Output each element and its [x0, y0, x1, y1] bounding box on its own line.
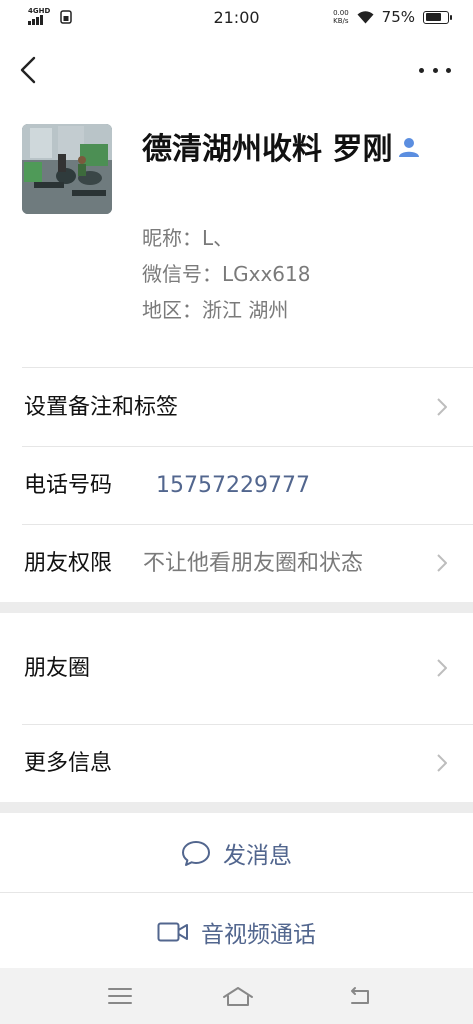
chevron-right-icon [437, 754, 447, 772]
region: 地区：浙江 湖州 [142, 298, 289, 322]
nickname: 昵称：L、 [142, 226, 234, 250]
avatar[interactable] [22, 124, 112, 214]
wechat-id: 微信号：LGxx618 [142, 262, 311, 286]
phone-number-link[interactable]: 15757229777 [156, 447, 310, 525]
network-speed: 0.00 KB/s [333, 9, 349, 25]
send-message-label: 发消息 [223, 843, 292, 869]
system-nav-bar [0, 968, 473, 1024]
moments-label: 朋友圈 [24, 656, 91, 681]
battery-icon [423, 10, 452, 24]
send-message-button[interactable]: 发消息 [0, 814, 473, 892]
more-info-label: 更多信息 [24, 751, 113, 776]
wifi-icon [357, 10, 374, 23]
chevron-right-icon [437, 554, 447, 572]
row-more-info[interactable]: 更多信息 [0, 725, 473, 803]
name-block: 德清湖州收料 罗刚 [142, 128, 442, 172]
chat-bubble-icon [182, 841, 210, 866]
permission-value: 不让他看朋友圈和状态 [143, 551, 364, 576]
permission-label: 朋友权限 [24, 551, 113, 576]
chevron-right-icon [437, 398, 447, 416]
contact-icon [399, 137, 420, 157]
divider [22, 367, 473, 368]
battery-percent: 75% [381, 8, 415, 26]
row-moments[interactable]: 朋友圈 [0, 630, 473, 708]
video-call-label: 音视频通话 [201, 922, 316, 948]
chevron-right-icon [437, 659, 447, 677]
row-remark-tags[interactable]: 设置备注和标签 [0, 369, 473, 447]
back-nav-icon[interactable] [346, 984, 374, 1008]
phone-label: 电话号码 [24, 473, 113, 498]
video-call-button[interactable]: 音视频通话 [0, 893, 473, 971]
contact-name: 德清湖州收料 罗刚 [142, 128, 442, 172]
nav-bar [0, 48, 473, 92]
status-bar: 4GHD 21:00 0.00 KB/s 75% [0, 0, 473, 38]
remark-tags-label: 设置备注和标签 [24, 395, 179, 420]
section-gap [0, 802, 473, 813]
home-icon[interactable] [222, 984, 254, 1008]
video-camera-icon [157, 922, 188, 942]
row-friend-permission[interactable]: 朋友权限 不让他看朋友圈和状态 [0, 525, 473, 603]
section-gap [0, 602, 473, 613]
profile-header: 德清湖州收料 罗刚 昵称：L、 微信号：LGxx618 地区：浙江 湖州 [22, 124, 452, 344]
row-phone: 电话号码 15757229777 [0, 447, 473, 525]
more-options-icon[interactable] [419, 58, 451, 82]
menu-icon[interactable] [106, 984, 134, 1008]
back-icon[interactable] [16, 54, 46, 86]
